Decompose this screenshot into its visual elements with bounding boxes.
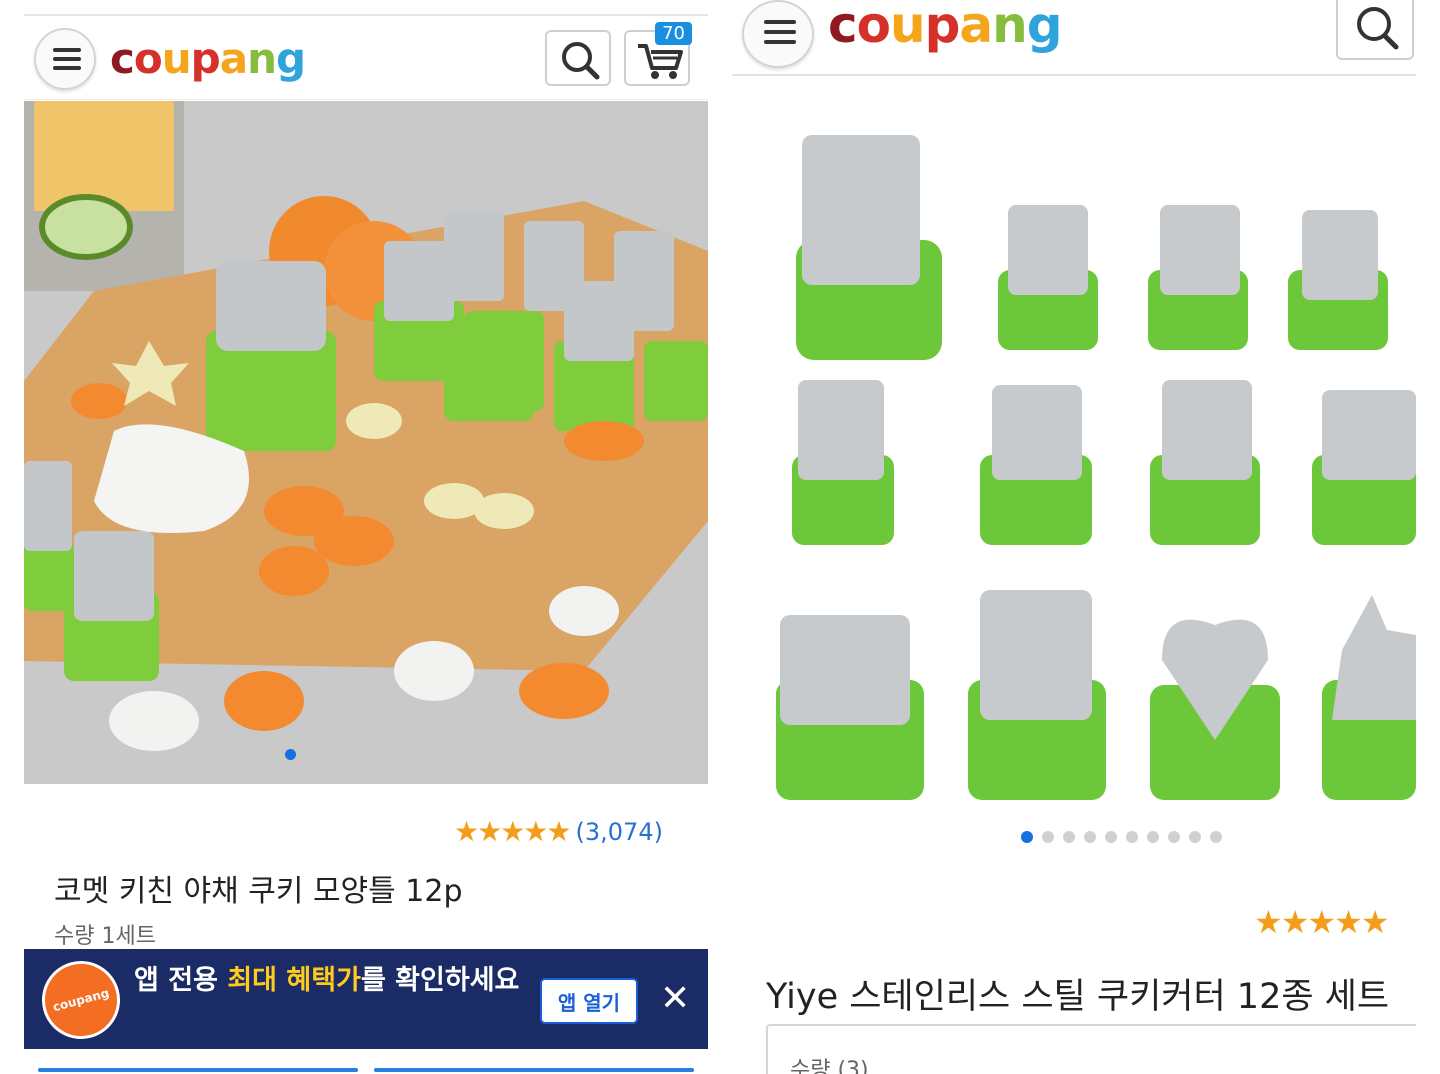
image-carousel-dots [285,749,296,760]
search-button[interactable] [545,30,611,86]
carousel-dot[interactable] [1168,831,1180,843]
search-icon [562,42,600,80]
product-image[interactable] [732,90,1416,820]
product-image[interactable] [24,101,708,784]
carousel-dot[interactable] [285,749,296,760]
left-screenshot: coupang 70 ★★★★★ (3,074) 코멧 키친 야채 쿠키 모양틀… [24,0,708,1074]
carousel-dot[interactable] [1189,831,1201,843]
close-icon[interactable]: ✕ [660,979,690,1019]
rating[interactable]: ★★★★★ [1254,903,1389,941]
right-screenshot: coupang ★★★★★ Yiye 스테인리스 스틸 쿠키커터 12종 세트 … [732,0,1416,1074]
app-promo-banner: coupang 앱 전용 최대 혜택가를 확인하세요 앱 열기 ✕ [24,949,708,1049]
carousel-dot[interactable] [1042,831,1054,843]
carousel-dot[interactable] [1147,831,1159,843]
menu-button[interactable] [34,28,96,90]
menu-icon [764,20,796,24]
quantity-selector[interactable]: 수량 (3) [766,1024,1416,1074]
product-title: 코멧 키친 야채 쿠키 모양틀 12p [54,874,463,909]
menu-button[interactable] [742,0,814,68]
quantity-label: 수량 (3) [790,1058,869,1074]
bottom-button-edge[interactable] [374,1068,694,1072]
coupang-app-icon: coupang [33,952,129,1048]
open-app-button[interactable]: 앱 열기 [540,978,638,1024]
search-button[interactable] [1336,0,1414,60]
carousel-dot[interactable] [1105,831,1117,843]
cart-count-badge: 70 [655,22,692,45]
product-title: Yiye 스테인리스 스틸 쿠키커터 12종 세트 [766,977,1390,1017]
menu-icon [53,48,81,52]
carousel-dot[interactable] [1210,831,1222,843]
star-rating: ★★★★★ [1254,903,1389,941]
review-count[interactable]: (3,074) [576,818,663,846]
bottom-button-edge[interactable] [38,1068,358,1072]
star-rating: ★★★★★ [454,815,572,848]
header: coupang 70 [24,14,708,100]
header: coupang [732,0,1416,76]
carousel-dot[interactable] [1126,831,1138,843]
coupang-logo[interactable]: coupang [828,0,1063,54]
coupang-logo[interactable]: coupang [110,34,306,83]
carousel-dot[interactable] [1084,831,1096,843]
carousel-dot[interactable] [1063,831,1075,843]
search-icon [1357,7,1399,50]
image-carousel-dots [1021,831,1222,843]
carousel-dot[interactable] [1021,831,1033,843]
rating[interactable]: ★★★★★ (3,074) [454,815,663,848]
cart-button[interactable]: 70 [624,22,692,86]
banner-highlight: 최대 혜택가 [227,965,361,996]
banner-message: 앱 전용 최대 혜택가를 확인하세요 [134,965,520,996]
quantity-label: 수량 1세트 [54,924,156,949]
